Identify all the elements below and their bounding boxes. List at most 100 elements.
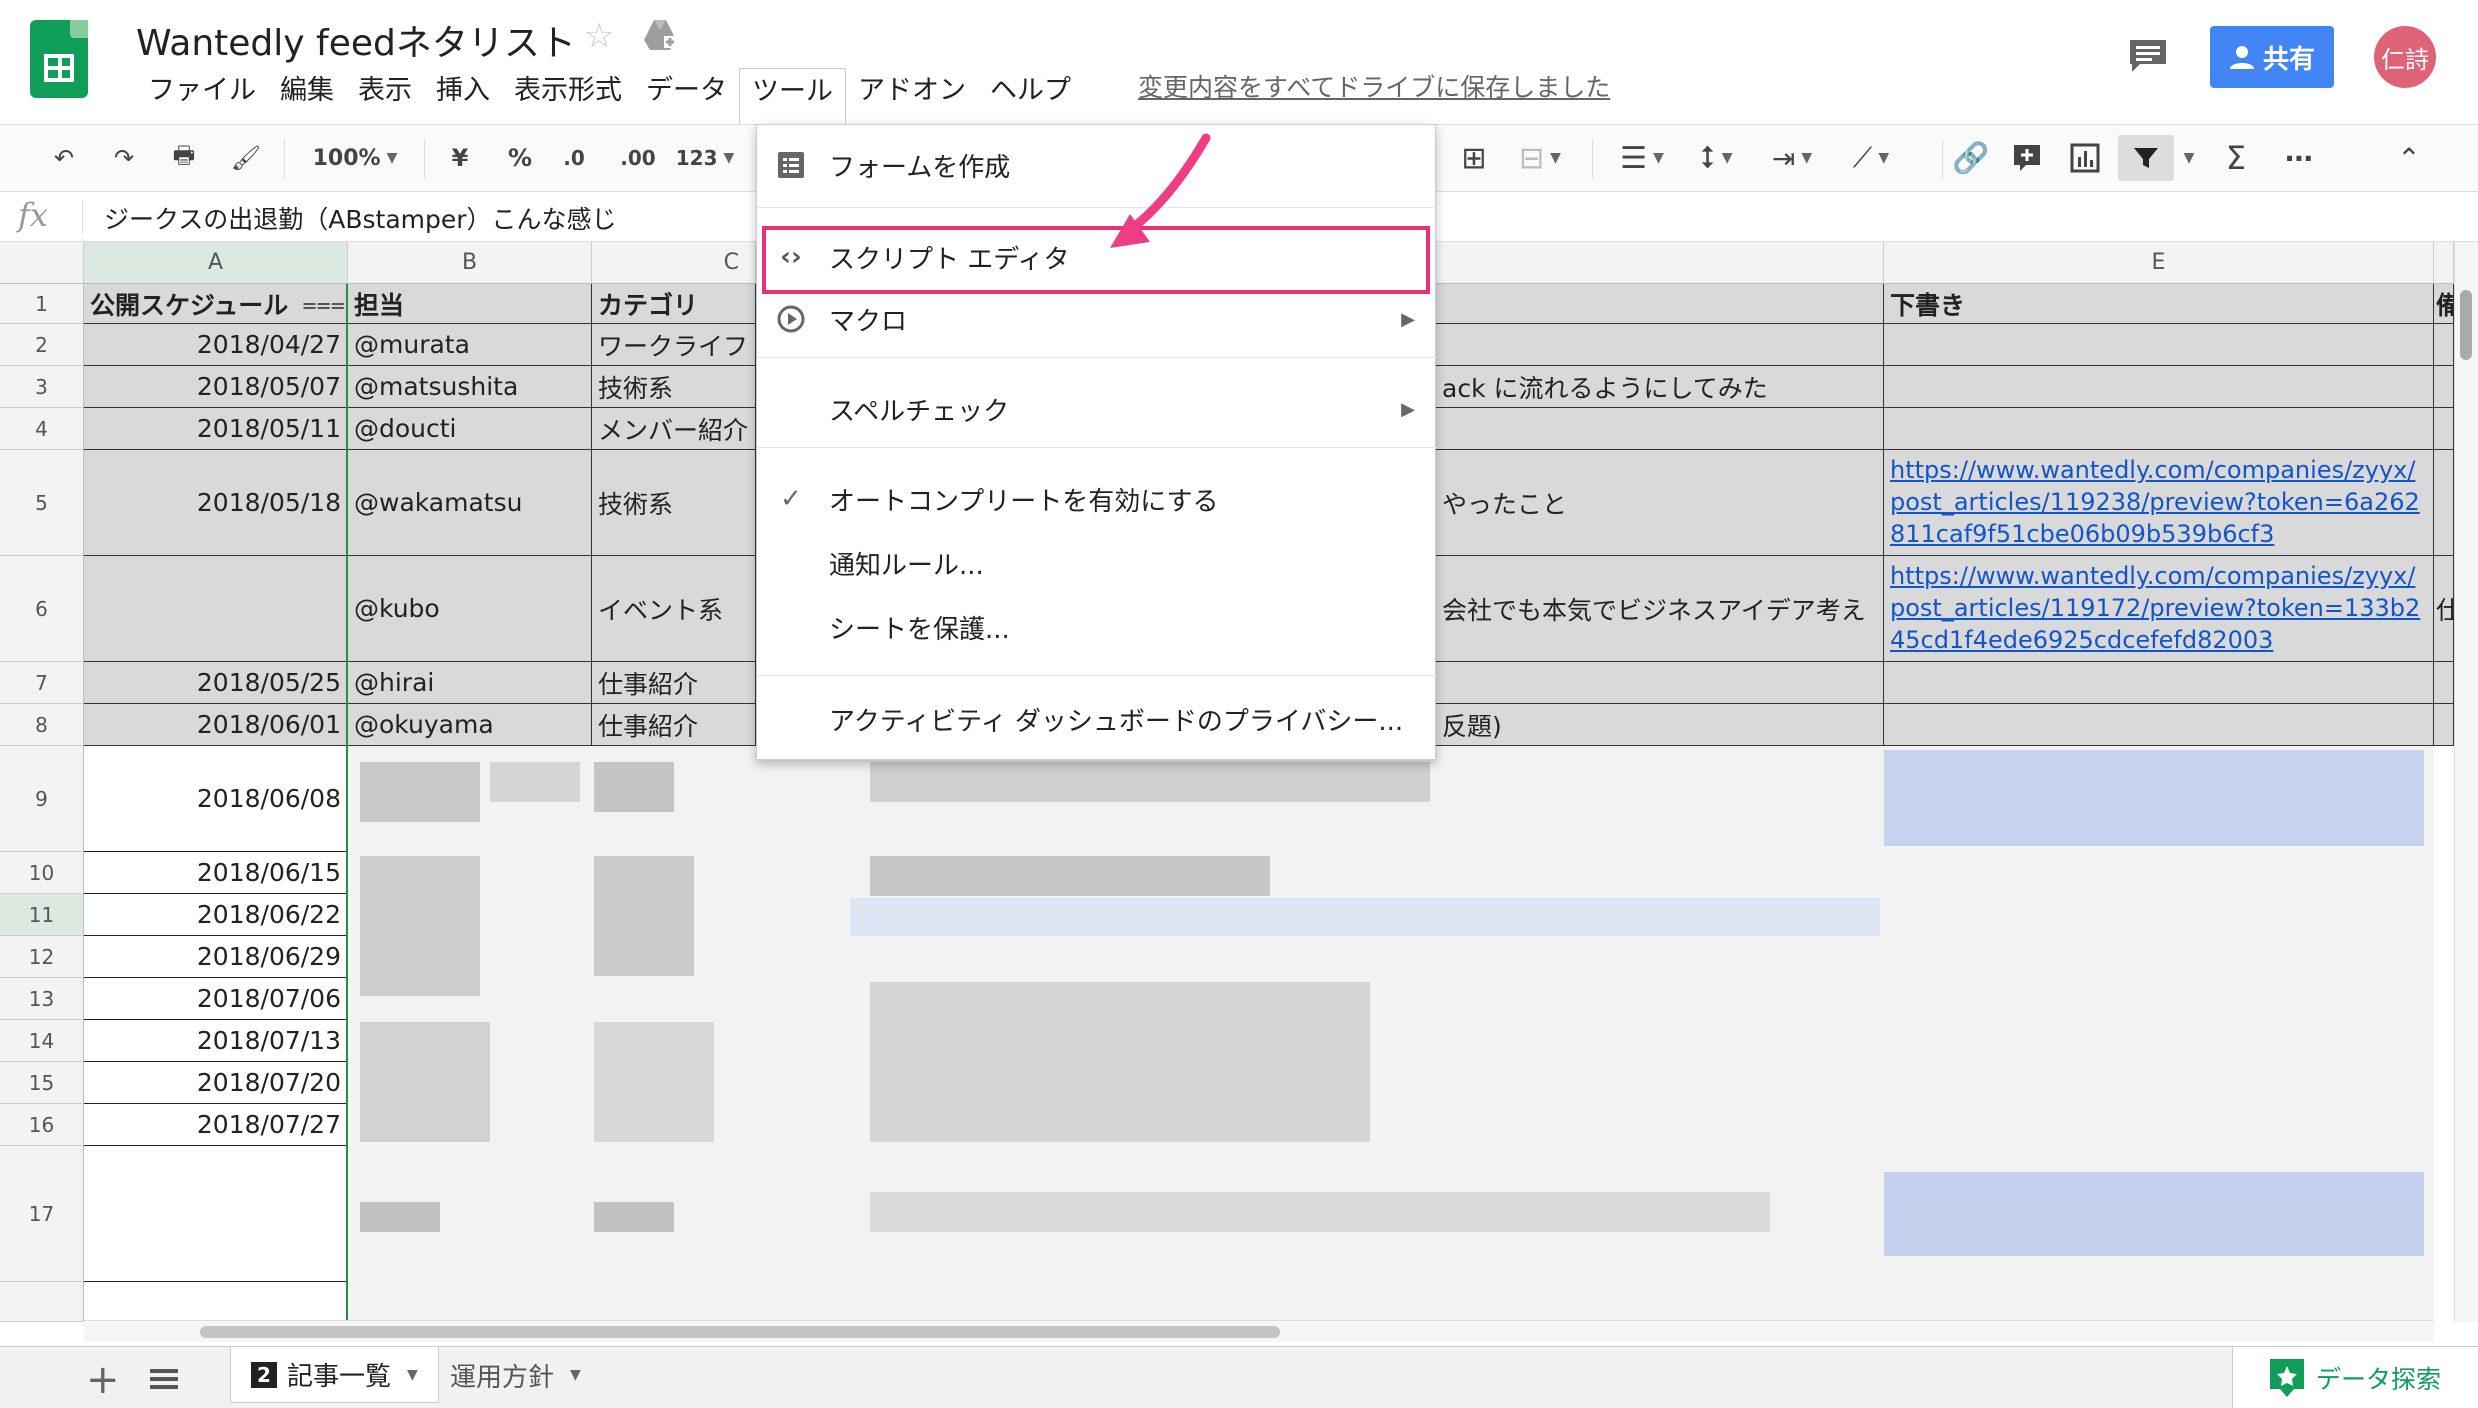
sheet-tab-articles[interactable]: 2 記事一覧 ▼ bbox=[230, 1347, 439, 1403]
cell-date[interactable] bbox=[84, 1146, 348, 1282]
cell-date[interactable]: 2018/07/06 bbox=[84, 978, 348, 1020]
menu-item-activity-dashboard-privacy[interactable]: アクティビティ ダッシュボードのプライバシー... bbox=[757, 691, 1437, 747]
row-header[interactable]: 8 bbox=[0, 704, 84, 746]
insert-link-icon[interactable]: 🔗 bbox=[1946, 135, 1996, 181]
menu-item-autocomplete[interactable]: ✓ オートコンプリートを有効にする bbox=[757, 471, 1437, 527]
merge-cells-icon[interactable]: ⊟ ▼ bbox=[1512, 135, 1568, 181]
row-header[interactable]: 15 bbox=[0, 1062, 84, 1104]
row-header[interactable]: 12 bbox=[0, 936, 84, 978]
add-sheet-button[interactable]: + bbox=[86, 1357, 120, 1403]
column-header-f[interactable] bbox=[2434, 242, 2454, 284]
filter-views-chevron-down-icon[interactable]: ▼ bbox=[2176, 135, 2196, 181]
row-header[interactable]: 5 bbox=[0, 450, 84, 556]
zoom-select[interactable]: 100% ▼ bbox=[300, 135, 410, 181]
cell-date[interactable] bbox=[84, 1282, 348, 1322]
sheets-logo-icon[interactable] bbox=[30, 20, 88, 98]
cell-date[interactable]: 2018/07/13 bbox=[84, 1020, 348, 1062]
all-sheets-icon[interactable] bbox=[150, 1367, 178, 1391]
row-header[interactable] bbox=[0, 1282, 84, 1322]
collapse-menu-icon[interactable]: ⌃ bbox=[2384, 135, 2434, 181]
cell-a1[interactable]: 公開スケジュール ⩶ bbox=[84, 284, 348, 324]
text-wrap-icon[interactable]: ⇥ ▼ bbox=[1762, 135, 1822, 181]
cell-draft[interactable] bbox=[1884, 662, 2434, 704]
redo-icon[interactable]: ↷ bbox=[100, 135, 148, 181]
chevron-down-icon[interactable]: ▼ bbox=[407, 1367, 418, 1383]
document-title[interactable]: Wantedly feedネタリスト bbox=[136, 14, 576, 66]
vertical-align-icon[interactable]: ⭥ ▼ bbox=[1686, 135, 1746, 181]
undo-icon[interactable]: ↶ bbox=[40, 135, 88, 181]
row-header[interactable]: 16 bbox=[0, 1104, 84, 1146]
paint-format-icon[interactable]: 🖌 bbox=[222, 135, 270, 181]
cell-owner[interactable]: @okuyama bbox=[348, 704, 592, 746]
row-header[interactable]: 9 bbox=[0, 746, 84, 852]
vertical-scrollbar-thumb[interactable] bbox=[2460, 290, 2472, 360]
cell-date[interactable]: 2018/04/27 bbox=[84, 324, 348, 366]
cell-category[interactable]: 技術系 bbox=[592, 450, 756, 556]
menu-item-notification-rules[interactable]: 通知ルール... bbox=[757, 535, 1437, 591]
row-header[interactable]: 4 bbox=[0, 408, 84, 450]
insert-chart-icon[interactable] bbox=[2062, 135, 2108, 181]
cell-date[interactable]: 2018/06/29 bbox=[84, 936, 348, 978]
cell-date[interactable]: 2018/05/25 bbox=[84, 662, 348, 704]
cell-date[interactable]: 2018/05/11 bbox=[84, 408, 348, 450]
decrease-decimal-button[interactable]: .0 bbox=[552, 135, 596, 181]
cell-owner[interactable]: @murata bbox=[348, 324, 592, 366]
cell-category[interactable]: 技術系 bbox=[592, 366, 756, 408]
text-rotation-icon[interactable]: ⟋ ▼ bbox=[1838, 135, 1904, 181]
row-header[interactable]: 14 bbox=[0, 1020, 84, 1062]
cell-title[interactable]: 会社でも本気でビジネスアイデア考え bbox=[1436, 556, 1884, 662]
row-header[interactable]: 1 bbox=[0, 284, 84, 324]
row-header[interactable]: 6 bbox=[0, 556, 84, 662]
formula-input[interactable]: ジークスの出退勤（ABstamper）こんな感じ bbox=[104, 200, 617, 236]
cell-title[interactable]: 反題) bbox=[1436, 704, 1884, 746]
functions-icon[interactable]: Σ bbox=[2214, 135, 2258, 181]
cell-date[interactable]: 2018/07/20 bbox=[84, 1062, 348, 1104]
menu-file[interactable]: ファイル bbox=[136, 68, 268, 116]
cell-f1[interactable]: 備 bbox=[2434, 284, 2454, 324]
cell-d1[interactable] bbox=[1436, 284, 1884, 324]
cell-b1[interactable]: 担当 bbox=[348, 284, 592, 324]
cell-date[interactable]: 2018/06/01 bbox=[84, 704, 348, 746]
cell-draft[interactable] bbox=[1884, 408, 2434, 450]
cell-date[interactable]: 2018/07/27 bbox=[84, 1104, 348, 1146]
horizontal-scrollbar-thumb[interactable] bbox=[200, 1326, 1280, 1338]
currency-button[interactable]: ¥ bbox=[440, 135, 480, 181]
cell-extra[interactable] bbox=[2434, 704, 2454, 746]
cell-category[interactable]: イベント系 bbox=[592, 556, 756, 662]
increase-decimal-button[interactable]: .00 bbox=[612, 135, 664, 181]
cell-extra[interactable] bbox=[2434, 324, 2454, 366]
row-header[interactable]: 7 bbox=[0, 662, 84, 704]
insert-comment-icon[interactable] bbox=[2004, 135, 2050, 181]
cell-extra[interactable] bbox=[2434, 662, 2454, 704]
row-header[interactable]: 17 bbox=[0, 1146, 84, 1282]
chevron-down-icon[interactable]: ▼ bbox=[570, 1367, 581, 1383]
print-icon[interactable]: 🖶 bbox=[160, 135, 208, 181]
cell-owner[interactable]: @hirai bbox=[348, 662, 592, 704]
filter-icon[interactable] bbox=[2118, 135, 2174, 181]
cell-draft-link[interactable]: https://www.wantedly.com/companies/zyyx/… bbox=[1884, 450, 2434, 556]
menu-addons[interactable]: アドオン bbox=[846, 68, 978, 116]
menu-format[interactable]: 表示形式 bbox=[502, 68, 634, 116]
row-header[interactable]: 13 bbox=[0, 978, 84, 1020]
borders-icon[interactable]: ⊞ bbox=[1454, 135, 1494, 181]
menu-view[interactable]: 表示 bbox=[346, 68, 424, 116]
cell-date[interactable]: 2018/05/18 bbox=[84, 450, 348, 556]
cell-extra[interactable] bbox=[2434, 366, 2454, 408]
menu-insert[interactable]: 挿入 bbox=[424, 68, 502, 116]
column-header-d[interactable] bbox=[1436, 242, 1884, 284]
menu-item-macros[interactable]: マクロ ▶ bbox=[757, 291, 1437, 347]
cell-draft[interactable] bbox=[1884, 704, 2434, 746]
cell-owner[interactable]: @doucti bbox=[348, 408, 592, 450]
sheet-tab-policy[interactable]: 運用方針 ▼ bbox=[430, 1347, 601, 1403]
cell-title[interactable]: やったこと bbox=[1436, 450, 1884, 556]
move-to-drive-icon[interactable] bbox=[642, 18, 678, 52]
select-all-corner[interactable] bbox=[0, 242, 84, 284]
explore-button[interactable]: データ探索 bbox=[2232, 1347, 2478, 1408]
filter-icon[interactable]: ⩶ bbox=[302, 289, 345, 319]
column-header-b[interactable]: B bbox=[348, 242, 592, 284]
cell-date[interactable] bbox=[84, 556, 348, 662]
cell-date[interactable]: 2018/06/15 bbox=[84, 852, 348, 894]
menu-item-spellcheck[interactable]: スペルチェック ▶ bbox=[757, 381, 1437, 437]
menu-data[interactable]: データ bbox=[634, 68, 739, 116]
row-header[interactable]: 11 bbox=[0, 894, 84, 936]
